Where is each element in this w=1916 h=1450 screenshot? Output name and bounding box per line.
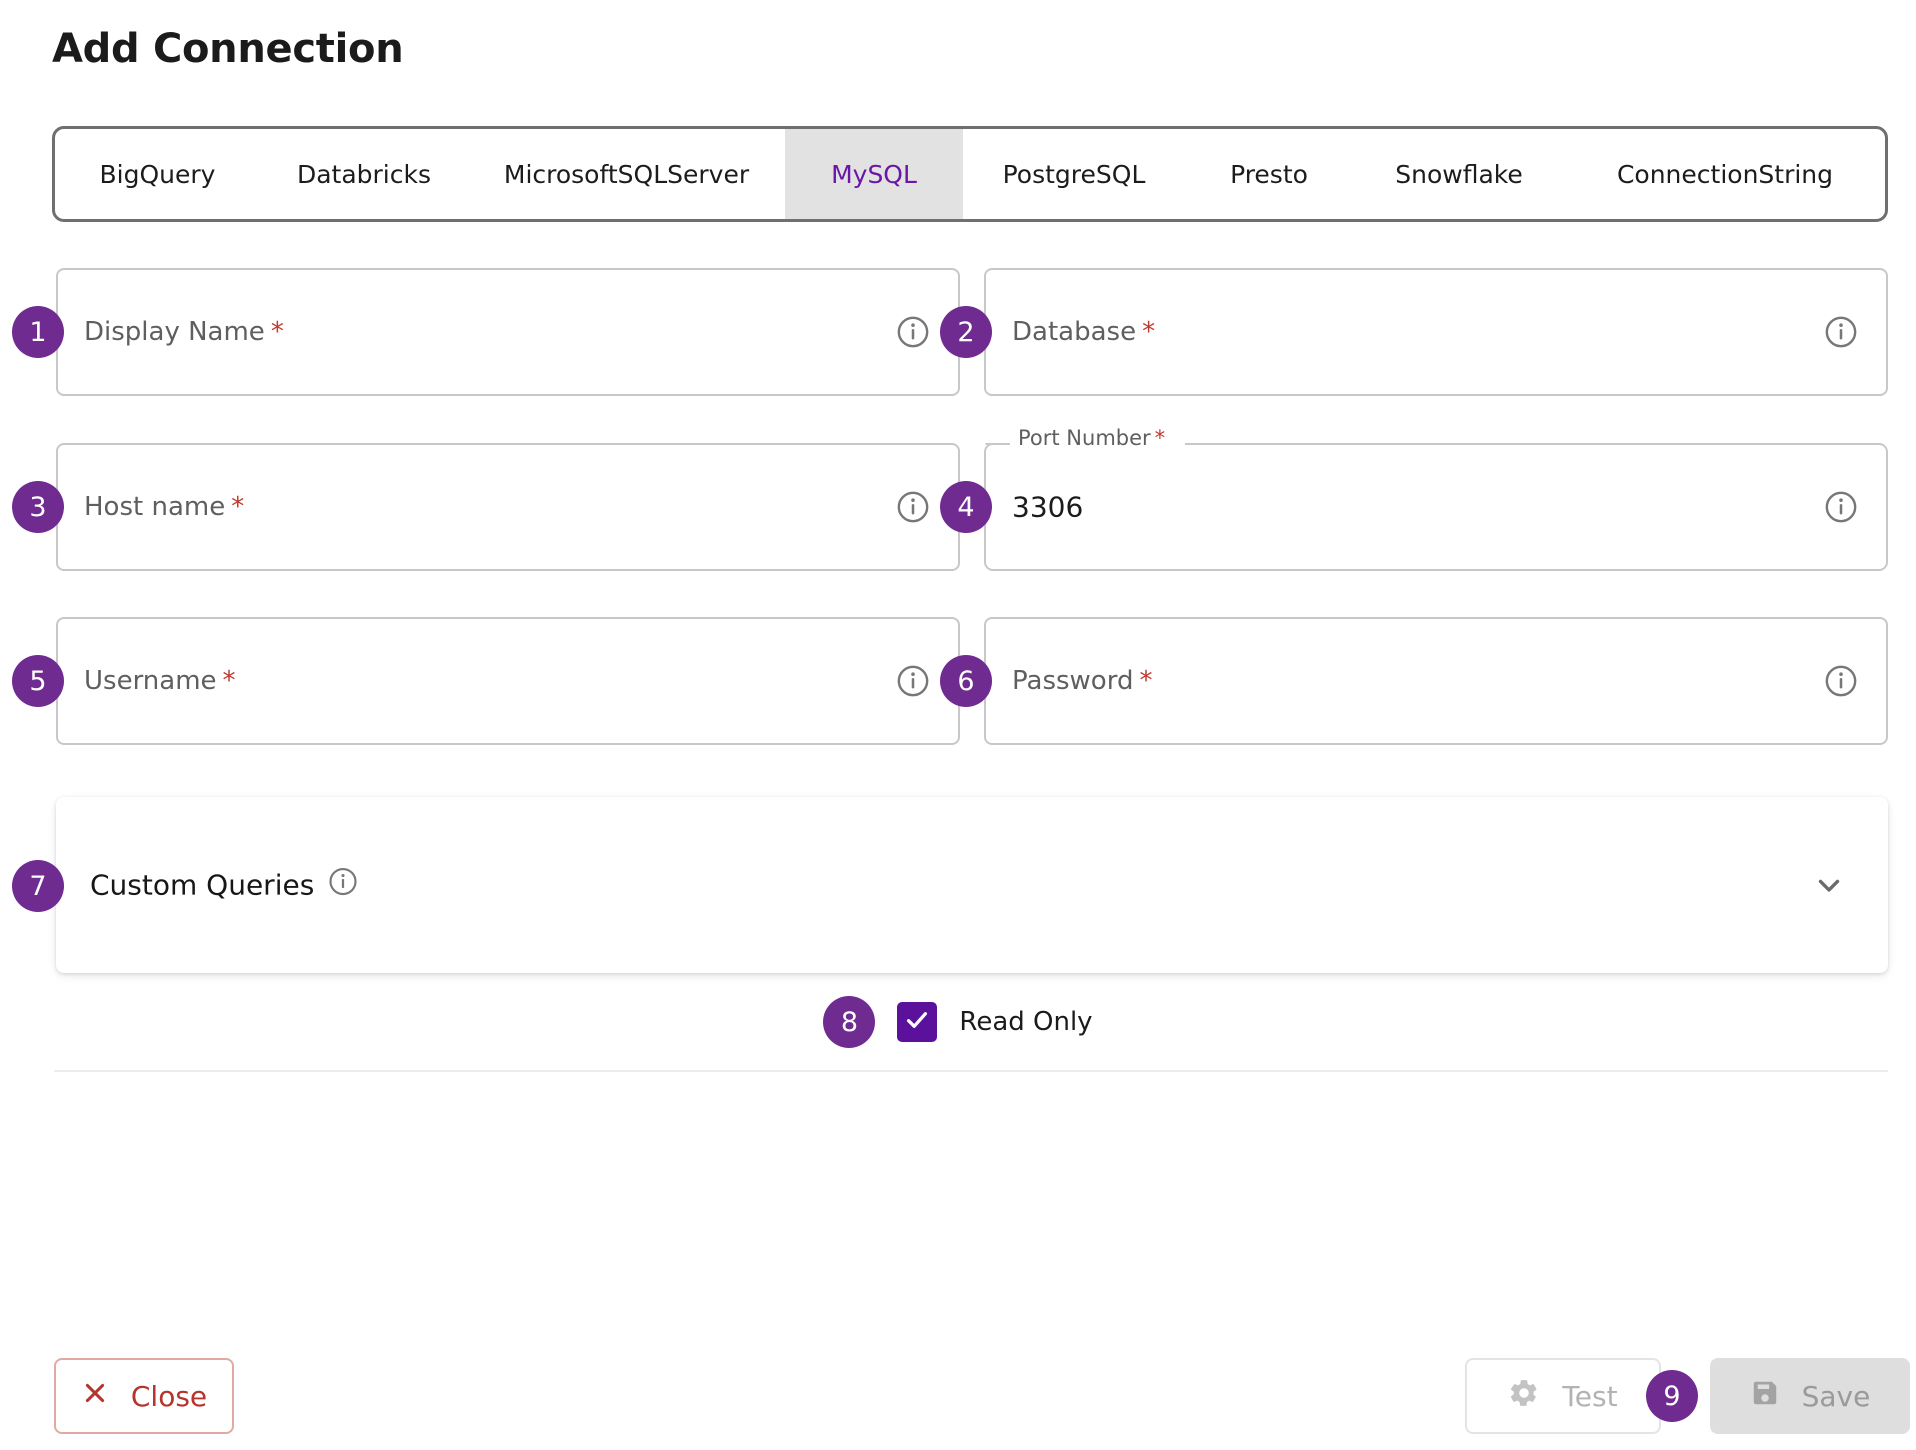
info-icon[interactable] xyxy=(896,664,930,698)
step-badge-7: 7 xyxy=(12,860,64,912)
save-disk-icon xyxy=(1750,1378,1780,1415)
tab-label: Snowflake xyxy=(1395,159,1523,189)
tab-label: ConnectionString xyxy=(1616,159,1834,189)
checkmark-icon xyxy=(903,1006,931,1038)
gear-icon xyxy=(1508,1377,1540,1416)
tab-mysql[interactable]: MySQL xyxy=(785,129,963,219)
tab-bigquery[interactable]: BigQuery xyxy=(55,129,260,219)
info-icon[interactable] xyxy=(1824,315,1858,349)
port-number-floating-label: Port Number * xyxy=(1012,426,1171,450)
tab-microsoftsqlserver[interactable]: MicrosoftSQLServer xyxy=(468,129,785,219)
host-name-input[interactable] xyxy=(56,443,960,571)
field-database[interactable]: Database * xyxy=(984,268,1888,396)
database-input[interactable] xyxy=(984,268,1888,396)
info-icon[interactable] xyxy=(896,490,930,524)
info-icon[interactable] xyxy=(1824,664,1858,698)
read-only-checkbox[interactable] xyxy=(897,1002,938,1042)
tab-label: PostgreSQL xyxy=(1002,159,1146,189)
save-button[interactable]: Save xyxy=(1710,1358,1910,1434)
footer-divider xyxy=(54,1070,1888,1072)
field-outline xyxy=(984,443,1888,571)
required-asterisk: * xyxy=(1154,426,1166,450)
close-button-label: Close xyxy=(130,1379,208,1413)
label-text: Port Number xyxy=(1018,426,1151,450)
step-badge-2: 2 xyxy=(940,306,992,358)
step-badge-4: 4 xyxy=(940,481,992,533)
field-username[interactable]: Username * xyxy=(56,617,960,745)
connection-type-tabbar: BigQuery Databricks MicrosoftSQLServer MySQ… xyxy=(52,126,1888,222)
field-host-name[interactable]: Host name * xyxy=(56,443,960,571)
tab-snowflake[interactable]: Snowflake xyxy=(1353,129,1565,219)
port-number-value: 3306 xyxy=(1012,490,1084,524)
info-icon[interactable] xyxy=(328,867,358,904)
password-input[interactable] xyxy=(984,617,1888,745)
read-only-label: Read Only xyxy=(959,1007,1093,1037)
field-port-number[interactable]: Port Number * 3306 xyxy=(984,426,1888,571)
tab-label: BigQuery xyxy=(99,159,216,189)
tab-label: Presto xyxy=(1230,159,1308,189)
tab-postgresql[interactable]: PostgreSQL xyxy=(963,129,1185,219)
info-icon[interactable] xyxy=(1824,490,1858,524)
close-x-icon xyxy=(81,1379,109,1414)
read-only-row: 8 Read Only xyxy=(0,996,1916,1048)
tab-label: MicrosoftSQLServer xyxy=(503,159,750,189)
info-icon[interactable] xyxy=(896,315,930,349)
save-button-label: Save xyxy=(1801,1379,1871,1413)
custom-queries-label-group: Custom Queries xyxy=(90,867,358,904)
chevron-down-icon[interactable] xyxy=(1812,868,1846,902)
step-badge-3: 3 xyxy=(12,481,64,533)
tab-databricks[interactable]: Databricks xyxy=(260,129,468,219)
tab-connectionstring[interactable]: ConnectionString xyxy=(1565,129,1885,219)
step-badge-5: 5 xyxy=(12,655,64,707)
username-input[interactable] xyxy=(56,617,960,745)
page-title: Add Connection xyxy=(52,26,404,72)
test-button[interactable]: Test xyxy=(1465,1358,1661,1434)
step-badge-9: 9 xyxy=(1646,1370,1698,1422)
field-password[interactable]: Password * xyxy=(984,617,1888,745)
step-badge-6: 6 xyxy=(940,655,992,707)
custom-queries-label: Custom Queries xyxy=(90,868,315,902)
step-badge-8: 8 xyxy=(823,996,876,1048)
tab-label: MySQL xyxy=(831,159,917,189)
tab-label: Databricks xyxy=(296,159,432,189)
tab-presto[interactable]: Presto xyxy=(1185,129,1353,219)
field-display-name[interactable]: Display Name * xyxy=(56,268,960,396)
custom-queries-card[interactable]: Custom Queries xyxy=(56,797,1888,973)
display-name-input[interactable] xyxy=(56,268,960,396)
test-button-label: Test xyxy=(1562,1379,1618,1413)
step-badge-1: 1 xyxy=(12,306,64,358)
close-button[interactable]: Close xyxy=(54,1358,234,1434)
